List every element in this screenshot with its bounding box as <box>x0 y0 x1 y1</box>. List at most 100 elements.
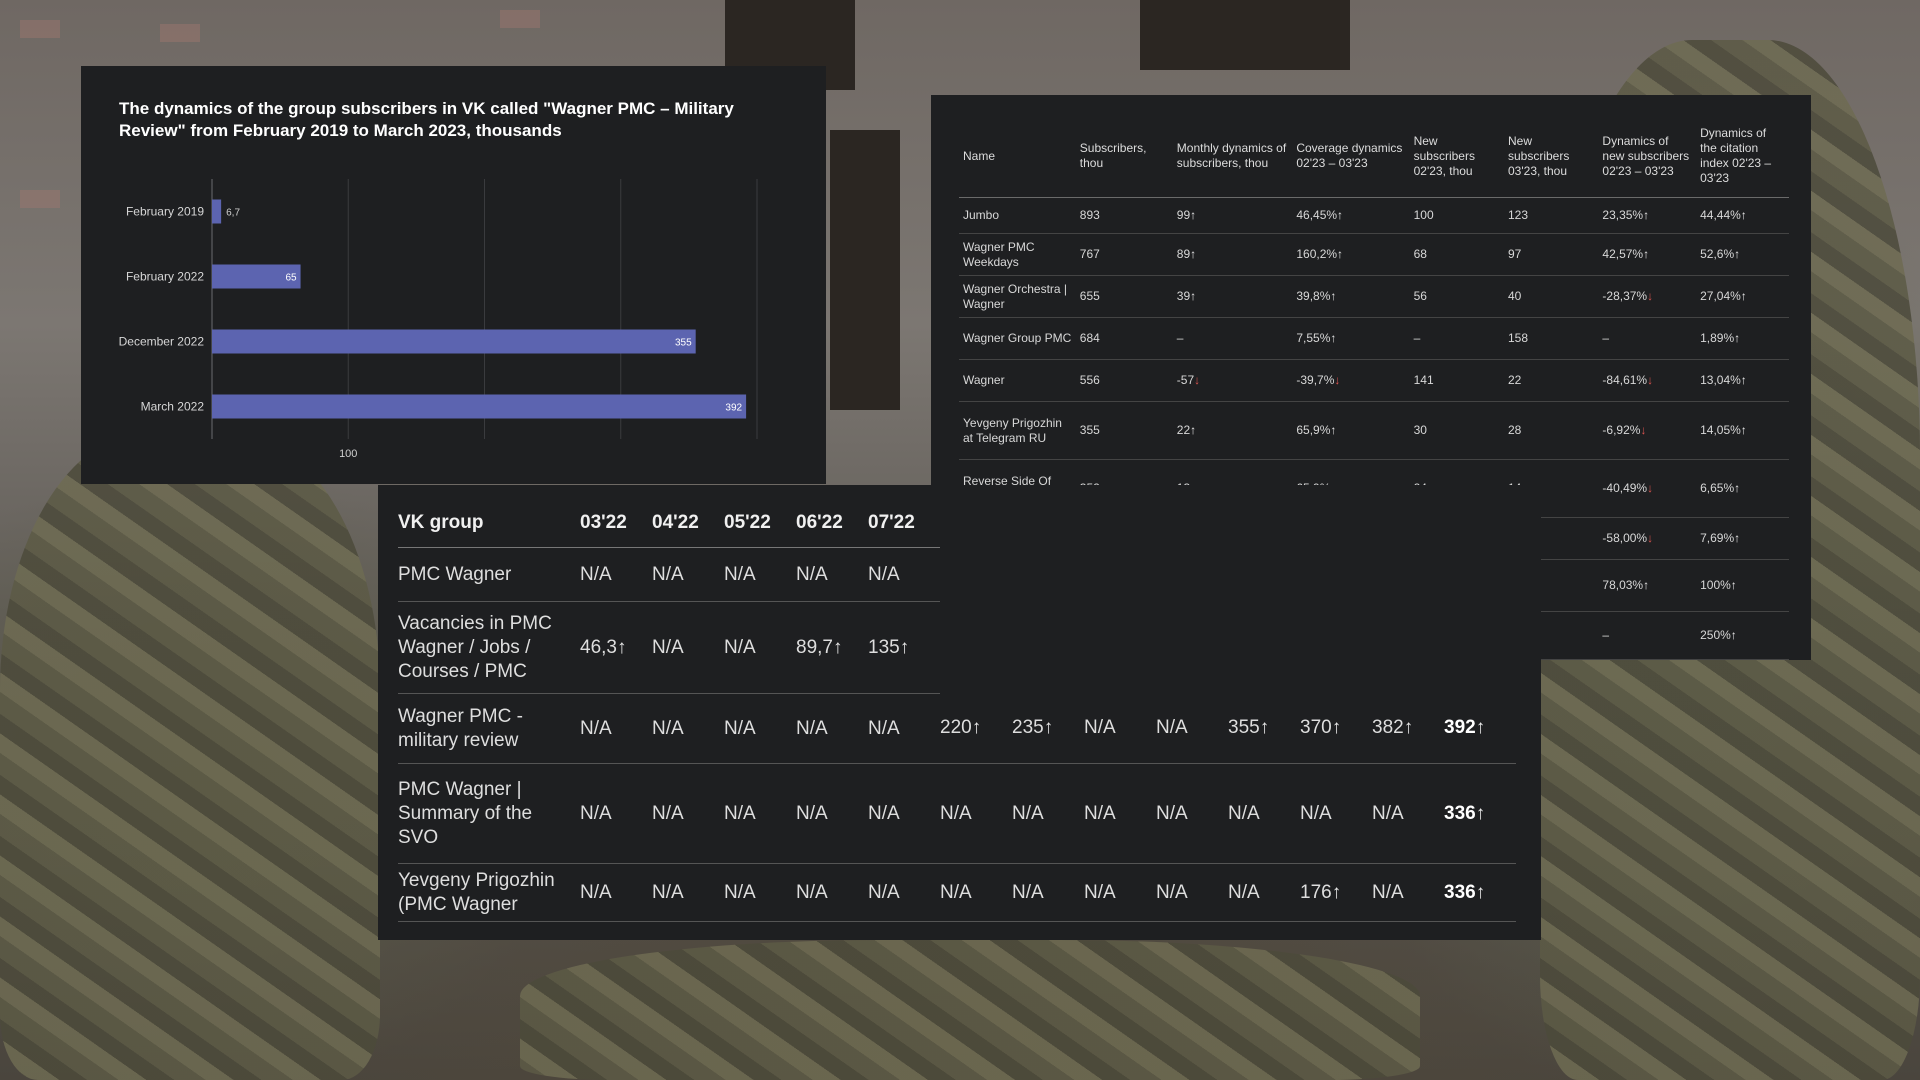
table-cell: 7,55%↑ <box>1292 317 1410 360</box>
arrow-up-icon: ↑ <box>1190 423 1197 437</box>
arrow-up-icon: ↑ <box>1643 208 1650 222</box>
table-cell: – <box>1598 317 1697 360</box>
arrow-up-icon: ↑ <box>1337 247 1344 261</box>
column-header: 07'22 <box>868 499 940 548</box>
table-cell: N/A <box>868 693 940 764</box>
cell-value: 65,9% <box>1296 423 1331 437</box>
column-header: 06'22 <box>796 499 868 548</box>
cell-value: 382 <box>1372 717 1404 739</box>
cell-value: 135 <box>868 636 900 658</box>
table-cell: 39,8%↑ <box>1292 275 1410 318</box>
arrow-up-icon: ↑ <box>1330 289 1337 303</box>
table-cell: N/A <box>1156 693 1228 764</box>
cell-value: 160,2% <box>1296 247 1338 261</box>
table-row: Wagner PMC Weekdays 767 89↑ 160,2%↑ 68 97 42,5… <box>959 233 1789 276</box>
cell-value: 250% <box>1700 628 1731 642</box>
soldier-figure <box>0 430 380 1080</box>
arrow-up-icon: ↑ <box>1403 717 1414 739</box>
table-cell: 68 <box>1409 233 1504 276</box>
table-cell: 46,3↑ <box>580 601 652 694</box>
category-label: February 2022 <box>126 270 204 284</box>
cell-value: 370 <box>1300 717 1332 739</box>
column-header: Monthly dynamics of subscribers, thou <box>1172 115 1293 198</box>
table-cell: N/A <box>796 547 868 602</box>
table-cell: -40,49%↓ <box>1598 459 1697 518</box>
table-header-row: Name Subscribers, thou Monthly dynamics of… <box>959 115 1789 198</box>
table-cell: 100 <box>1409 197 1504 234</box>
arrow-up-icon: ↑ <box>1734 531 1741 545</box>
table-cell: 220↑ <box>940 693 1012 764</box>
table-cell: Jumbo <box>959 197 1076 234</box>
table-cell: 556 <box>1075 359 1173 402</box>
table-cell: 235↑ <box>1012 693 1084 764</box>
table-cell: 27,04%↑ <box>1696 275 1789 318</box>
building-window <box>830 130 900 410</box>
cell-value: 23,35% <box>1602 208 1644 222</box>
cell-value: 39 <box>1176 289 1191 303</box>
bar <box>212 394 747 419</box>
cell-value: 39,8% <box>1296 289 1331 303</box>
category-label: February 2019 <box>126 205 204 219</box>
arrow-up-icon: ↑ <box>1475 881 1486 903</box>
column-header: 03'22 <box>580 499 652 548</box>
table-cell: N/A <box>1084 693 1156 764</box>
table-cell: N/A <box>1156 863 1228 922</box>
table-cell: Wagner <box>959 359 1076 402</box>
table-cell: N/A <box>580 693 652 764</box>
table-cell: 52,6%↑ <box>1696 233 1789 276</box>
table-row: Vacancies in PMC Wagner / Jobs / Courses… <box>398 601 1516 694</box>
bar <box>212 199 222 224</box>
table-cell: -57↓ <box>1172 359 1293 402</box>
arrow-up-icon: ↑ <box>1643 578 1650 592</box>
table-row: Wagner Orchestra | Wagner 655 39↑ 39,8%↑ 56 4… <box>959 275 1789 318</box>
vk-groups-panel: VK group 03'22 04'22 05'22 06'22 07'22 PMC Wa… <box>378 485 1541 940</box>
table-cell: 684 <box>1075 317 1173 360</box>
arrow-up-icon: ↑ <box>1259 717 1270 739</box>
table-cell: -39,7%↓ <box>1292 359 1410 402</box>
brick <box>500 10 540 28</box>
arrow-up-icon: ↑ <box>1330 423 1337 437</box>
table-cell: N/A <box>796 863 868 922</box>
cell-value: 46,3 <box>580 636 617 658</box>
table-cell: – <box>1598 611 1697 660</box>
vk-groups-table: VK group 03'22 04'22 05'22 06'22 07'22 PMC Wa… <box>398 499 1516 922</box>
cell-value: 392 <box>1444 717 1476 739</box>
arrow-up-icon: ↑ <box>899 636 910 658</box>
column-header: 04'22 <box>652 499 724 548</box>
table-cell: N/A <box>652 601 724 694</box>
table-cell: N/A <box>724 547 796 602</box>
table-cell: 44,44%↑ <box>1696 197 1789 234</box>
table-cell: N/A <box>652 863 724 922</box>
table-cell: 6,65%↑ <box>1696 459 1789 518</box>
arrow-down-icon: ↓ <box>1647 373 1654 387</box>
table-cell: 40 <box>1504 275 1599 318</box>
table-cell: 23,35%↑ <box>1598 197 1697 234</box>
table-cell: 14,05%↑ <box>1696 401 1789 460</box>
row-label: PMC Wagner <box>398 547 580 602</box>
soldier-figure <box>520 940 1420 1080</box>
column-header: VK group <box>398 499 580 548</box>
table-row: Yevgeny Prigozhin (PMC Wagner N/A N/A N/A N/… <box>398 863 1516 922</box>
table-cell: 158 <box>1504 317 1599 360</box>
table-cell: N/A <box>580 763 652 864</box>
table-cell: 135↑ <box>868 601 940 694</box>
arrow-up-icon: ↑ <box>1337 208 1344 222</box>
table-cell: N/A <box>652 547 724 602</box>
table-cell: 46,45%↑ <box>1292 197 1410 234</box>
arrow-up-icon: ↑ <box>1740 373 1747 387</box>
table-cell: N/A <box>940 763 1012 864</box>
arrow-down-icon: ↓ <box>1647 289 1654 303</box>
table-cell: N/A <box>724 693 796 764</box>
building-window <box>1140 0 1350 70</box>
chart-panel: The dynamics of the group subscribers in… <box>81 66 826 484</box>
bar-chart: 100 February 2019 6,7 February 2022 65 Decemb… <box>119 179 758 460</box>
arrow-up-icon: ↑ <box>971 717 982 739</box>
table-cell: N/A <box>1012 863 1084 922</box>
column-header: Dynamics of new subscribers 02'23 – 03'2… <box>1598 115 1697 198</box>
table-cell: 392↑ <box>1444 693 1516 764</box>
row-label: Yevgeny Prigozhin (PMC Wagner <box>398 863 580 922</box>
cell-value: 27,04% <box>1700 289 1741 303</box>
x-tick-label: 100 <box>339 448 357 460</box>
arrow-down-icon: ↓ <box>1640 423 1647 437</box>
cell-value: -57 <box>1176 373 1195 387</box>
